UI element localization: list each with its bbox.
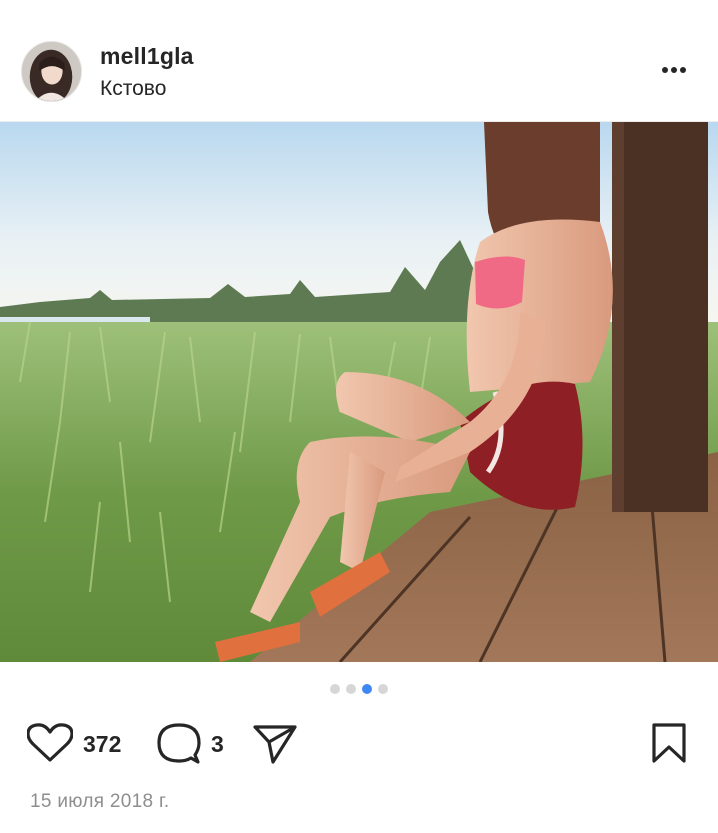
more-options-icon[interactable] bbox=[654, 58, 694, 82]
comments-count[interactable]: 3 bbox=[211, 731, 224, 758]
comment-bubble-icon[interactable] bbox=[157, 722, 201, 766]
post-photo-image bbox=[0, 122, 718, 662]
carousel-dot bbox=[378, 684, 388, 694]
carousel-dot bbox=[346, 684, 356, 694]
post-header: mell1gla Кстово bbox=[0, 0, 718, 122]
bookmark-icon[interactable] bbox=[651, 723, 687, 763]
carousel-dot bbox=[330, 684, 340, 694]
post-actions: 372 3 bbox=[0, 718, 718, 768]
avatar-image bbox=[22, 42, 81, 101]
heart-icon[interactable] bbox=[27, 723, 73, 763]
carousel-indicator bbox=[0, 684, 718, 698]
post-username[interactable]: mell1gla bbox=[100, 43, 194, 70]
send-icon[interactable] bbox=[252, 724, 298, 764]
carousel-dot-active bbox=[362, 684, 372, 694]
post-location[interactable]: Кстово bbox=[100, 77, 166, 101]
avatar[interactable] bbox=[21, 41, 82, 102]
post-photo[interactable] bbox=[0, 122, 718, 662]
likes-count[interactable]: 372 bbox=[83, 731, 121, 758]
post-date: 15 июля 2018 г. bbox=[30, 791, 170, 812]
